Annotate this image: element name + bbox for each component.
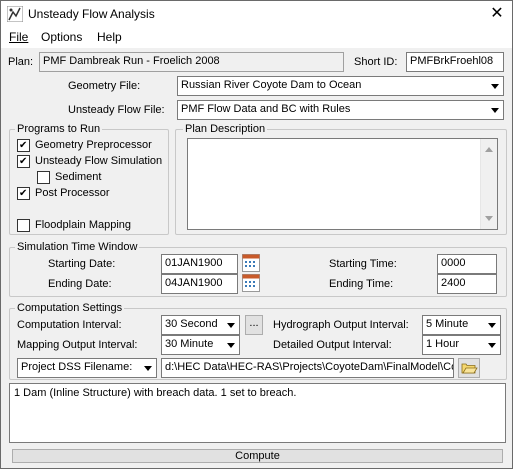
- calendar-icon[interactable]: [242, 254, 260, 272]
- computation-settings-legend: Computation Settings: [15, 302, 125, 314]
- simulation-time-window-legend: Simulation Time Window: [15, 241, 140, 253]
- sediment-label: Sediment: [55, 171, 102, 183]
- title-bar: Unsteady Flow Analysis ✕: [1, 1, 512, 28]
- window-title: Unsteady Flow Analysis: [28, 7, 155, 21]
- geometry-file-value: Russian River Coyote Dam to Ocean: [181, 79, 362, 91]
- mapping-output-interval-label: Mapping Output Interval:: [17, 339, 138, 351]
- ending-time-field[interactable]: 2400: [437, 274, 497, 294]
- programs-to-run-legend: Programs to Run: [15, 123, 103, 135]
- ending-time-label: Ending Time:: [329, 278, 394, 290]
- chevron-down-icon[interactable]: [484, 336, 500, 354]
- messages-text: 1 Dam (Inline Structure) with breach dat…: [14, 387, 297, 399]
- geometry-preprocessor-checkbox[interactable]: [17, 139, 30, 152]
- computation-interval-select[interactable]: 30 Second: [161, 315, 240, 335]
- post-processor-checkbox[interactable]: [17, 187, 30, 200]
- mapping-output-interval-value: 30 Minute: [165, 338, 214, 350]
- floodplain-mapping-checkbox[interactable]: [17, 219, 30, 232]
- messages-textarea[interactable]: 1 Dam (Inline Structure) with breach dat…: [9, 383, 506, 443]
- unsteady-flow-file-label: Unsteady Flow File:: [68, 104, 165, 116]
- short-id-label: Short ID:: [354, 56, 398, 68]
- hydrograph-output-interval-value: 5 Minute: [426, 318, 469, 330]
- geometry-file-select[interactable]: Russian River Coyote Dam to Ocean: [177, 76, 504, 96]
- chevron-down-icon[interactable]: [487, 77, 503, 95]
- ending-date-label: Ending Date:: [48, 278, 112, 290]
- computation-interval-label: Computation Interval:: [17, 319, 122, 331]
- hec-ras-app-icon: [7, 6, 23, 22]
- starting-date-label: Starting Date:: [48, 258, 116, 270]
- post-processor-label: Post Processor: [35, 187, 110, 199]
- chevron-down-icon[interactable]: [140, 359, 156, 377]
- starting-time-label: Starting Time:: [329, 258, 397, 270]
- detailed-output-interval-value: 1 Hour: [426, 338, 460, 350]
- geometry-file-label: Geometry File:: [68, 80, 141, 92]
- short-id-field[interactable]: PMFBrkFroehl08: [406, 52, 504, 72]
- starting-time-field[interactable]: 0000: [437, 254, 497, 274]
- project-dss-filename-label: Project DSS Filename:: [21, 361, 133, 373]
- plan-label: Plan:: [8, 56, 34, 68]
- hydrograph-output-interval-select[interactable]: 5 Minute: [422, 315, 501, 335]
- computation-interval-more-button[interactable]: ...: [245, 315, 263, 335]
- dss-path-field[interactable]: d:\HEC Data\HEC-RAS\Projects\CoyoteDam\F…: [161, 358, 454, 378]
- unsteady-flow-simulation-checkbox[interactable]: [17, 155, 30, 168]
- ending-date-field[interactable]: 04JAN1900: [161, 274, 238, 294]
- plan-description-scrollbar[interactable]: [480, 139, 497, 229]
- plan-description-legend: Plan Description: [183, 123, 268, 135]
- chevron-down-icon[interactable]: [223, 336, 239, 354]
- starting-date-field[interactable]: 01JAN1900: [161, 254, 238, 274]
- unsteady-flow-simulation-label: Unsteady Flow Simulation: [35, 155, 163, 167]
- plan-name-field[interactable]: PMF Dambreak Run - Froelich 2008: [39, 52, 344, 72]
- calendar-icon[interactable]: [242, 274, 260, 292]
- close-icon[interactable]: ✕: [483, 3, 511, 25]
- menu-help[interactable]: Help: [97, 30, 122, 44]
- open-folder-icon[interactable]: [458, 358, 480, 378]
- sediment-checkbox[interactable]: [37, 171, 50, 184]
- chevron-down-icon[interactable]: [223, 316, 239, 334]
- mapping-output-interval-select[interactable]: 30 Minute: [161, 335, 240, 355]
- plan-description-textarea[interactable]: [187, 138, 498, 230]
- chevron-down-icon[interactable]: [487, 101, 503, 119]
- computation-interval-value: 30 Second: [165, 318, 218, 330]
- menu-options[interactable]: Options: [41, 30, 82, 44]
- unsteady-flow-file-select[interactable]: PMF Flow Data and BC with Rules: [177, 100, 504, 120]
- project-dss-filename-select[interactable]: Project DSS Filename:: [17, 358, 157, 378]
- hydrograph-output-interval-label: Hydrograph Output Interval:: [273, 319, 409, 331]
- geometry-preprocessor-label: Geometry Preprocessor: [35, 139, 152, 151]
- detailed-output-interval-select[interactable]: 1 Hour: [422, 335, 501, 355]
- detailed-output-interval-label: Detailed Output Interval:: [273, 339, 392, 351]
- scroll-up-icon[interactable]: [485, 147, 493, 152]
- unsteady-flow-file-value: PMF Flow Data and BC with Rules: [181, 103, 351, 115]
- floodplain-mapping-label: Floodplain Mapping: [35, 219, 132, 231]
- menu-file[interactable]: File: [9, 30, 28, 44]
- scroll-down-icon[interactable]: [485, 216, 493, 221]
- unsteady-flow-window: Unsteady Flow Analysis ✕ File Options He…: [0, 0, 513, 469]
- compute-button[interactable]: Compute: [12, 449, 503, 463]
- chevron-down-icon[interactable]: [484, 316, 500, 334]
